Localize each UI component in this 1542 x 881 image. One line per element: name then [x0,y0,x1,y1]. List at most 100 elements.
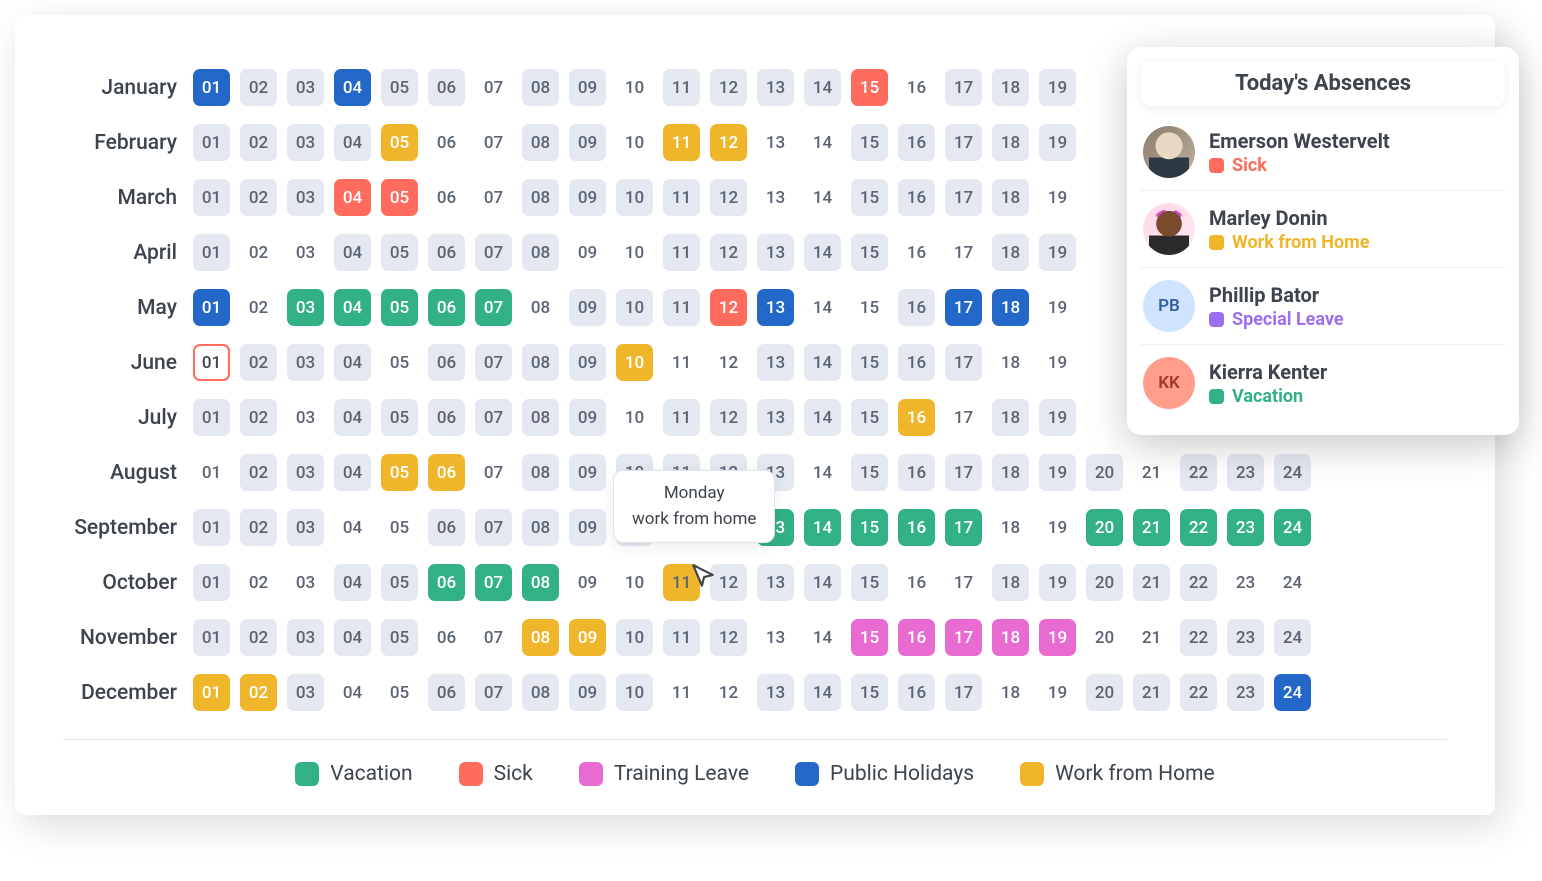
day-cell[interactable]: 15 [851,344,888,381]
absence-item[interactable]: PBPhillip BatorSpecial Leave [1141,268,1505,345]
day-cell[interactable]: 10 [616,674,653,711]
day-cell[interactable]: 21 [1133,564,1170,601]
day-cell[interactable]: 14 [804,124,841,161]
day-cell[interactable]: 16 [898,69,935,106]
day-cell[interactable]: 01 [193,179,230,216]
day-cell[interactable]: 12 [710,69,747,106]
day-cell[interactable]: 03 [287,179,324,216]
day-cell[interactable]: 06 [428,399,465,436]
day-cell[interactable]: 11 [663,69,700,106]
day-cell[interactable]: 17 [945,399,982,436]
day-cell[interactable]: 04 [334,399,371,436]
day-cell[interactable]: 06 [428,509,465,546]
day-cell[interactable]: 02 [240,69,277,106]
day-cell[interactable]: 19 [1039,674,1076,711]
day-cell[interactable]: 03 [287,399,324,436]
day-cell[interactable]: 06 [428,234,465,271]
day-cell[interactable]: 17 [945,124,982,161]
day-cell[interactable]: 13 [757,454,794,491]
day-cell[interactable]: 21 [1133,454,1170,491]
day-cell[interactable]: 10 [616,124,653,161]
day-cell[interactable]: 08 [522,674,559,711]
day-cell[interactable]: 05 [381,399,418,436]
day-cell[interactable]: 07 [475,289,512,326]
day-cell[interactable]: 16 [898,124,935,161]
day-cell[interactable]: 17 [945,344,982,381]
day-cell[interactable]: 12 [710,124,747,161]
day-cell[interactable]: 13 [757,619,794,656]
day-cell[interactable]: 04 [334,674,371,711]
day-cell[interactable]: 19 [1039,179,1076,216]
absence-item[interactable]: Emerson WesterveltSick [1141,114,1505,191]
absence-item[interactable]: Marley DoninWork from Home [1141,191,1505,268]
day-cell[interactable]: 16 [898,564,935,601]
day-cell[interactable]: 17 [945,564,982,601]
day-cell[interactable]: 06 [428,124,465,161]
day-cell[interactable]: 11 [663,289,700,326]
day-cell[interactable]: 24 [1274,619,1311,656]
day-cell[interactable]: 16 [898,509,935,546]
day-cell[interactable]: 16 [898,674,935,711]
day-cell[interactable]: 18 [992,619,1029,656]
day-cell[interactable]: 07 [475,674,512,711]
day-cell[interactable]: 23 [1227,564,1264,601]
day-cell[interactable]: 22 [1180,619,1217,656]
day-cell[interactable]: 19 [1039,289,1076,326]
day-cell[interactable]: 01 [193,289,230,326]
day-cell[interactable]: 12 [710,564,747,601]
day-cell[interactable]: 02 [240,124,277,161]
day-cell[interactable]: 09 [569,564,606,601]
day-cell[interactable]: 01 [193,509,230,546]
day-cell[interactable]: 03 [287,124,324,161]
day-cell[interactable]: 05 [381,124,418,161]
day-cell[interactable]: 08 [522,234,559,271]
day-cell[interactable]: 14 [804,234,841,271]
day-cell[interactable]: 02 [240,564,277,601]
day-cell[interactable]: 16 [898,234,935,271]
day-cell[interactable]: 11 [663,124,700,161]
day-cell[interactable]: 21 [1133,509,1170,546]
day-cell[interactable]: 09 [569,674,606,711]
day-cell[interactable]: 04 [334,289,371,326]
day-cell[interactable]: 02 [240,234,277,271]
day-cell[interactable]: 09 [569,69,606,106]
day-cell[interactable]: 11 [663,674,700,711]
day-cell[interactable]: 12 [710,619,747,656]
day-cell[interactable]: 23 [1227,454,1264,491]
day-cell[interactable]: 06 [428,344,465,381]
day-cell[interactable]: 09 [569,179,606,216]
day-cell[interactable]: 21 [1133,619,1170,656]
day-cell[interactable]: 24 [1274,454,1311,491]
day-cell[interactable]: 09 [569,509,606,546]
day-cell[interactable]: 07 [475,564,512,601]
day-cell[interactable]: 19 [1039,564,1076,601]
day-cell[interactable]: 18 [992,564,1029,601]
day-cell[interactable]: 05 [381,564,418,601]
day-cell[interactable]: 19 [1039,69,1076,106]
day-cell[interactable]: 05 [381,619,418,656]
day-cell[interactable]: 16 [898,289,935,326]
day-cell[interactable]: 11 [663,619,700,656]
day-cell[interactable]: 12 [710,289,747,326]
absence-item[interactable]: KKKierra KenterVacation [1141,345,1505,421]
day-cell[interactable]: 03 [287,289,324,326]
day-cell[interactable]: 17 [945,69,982,106]
day-cell[interactable]: 06 [428,69,465,106]
day-cell[interactable]: 19 [1039,454,1076,491]
day-cell[interactable]: 13 [757,289,794,326]
day-cell[interactable]: 10 [616,344,653,381]
day-cell[interactable]: 08 [522,454,559,491]
day-cell[interactable]: 12 [710,179,747,216]
day-cell[interactable]: 13 [757,234,794,271]
day-cell[interactable]: 13 [757,674,794,711]
day-cell[interactable]: 10 [616,289,653,326]
day-cell[interactable]: 10 [616,69,653,106]
day-cell[interactable]: 08 [522,344,559,381]
day-cell[interactable]: 22 [1180,454,1217,491]
day-cell[interactable]: 18 [992,454,1029,491]
day-cell[interactable]: 10 [616,509,653,546]
day-cell[interactable]: 01 [193,619,230,656]
day-cell[interactable]: 05 [381,69,418,106]
day-cell[interactable]: 04 [334,564,371,601]
day-cell[interactable]: 18 [992,179,1029,216]
